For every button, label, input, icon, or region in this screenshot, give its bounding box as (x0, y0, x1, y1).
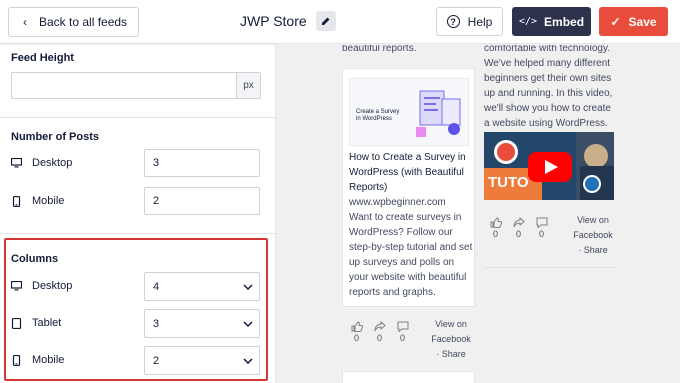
feed-title-area: JWP Store (240, 11, 336, 31)
edit-title-button[interactable] (315, 11, 336, 31)
youtube-play-icon[interactable] (528, 152, 572, 182)
code-icon: </> (518, 16, 538, 27)
columns-mobile-select[interactable]: 2 (144, 346, 260, 375)
feed-preview: beautiful reports. Create a Survey in Wo… (277, 45, 680, 383)
reactions: 0 0 0 (484, 217, 553, 239)
help-button[interactable]: ? Help (436, 7, 503, 36)
post-footer: 0 0 0 View on Facebook · Share (484, 209, 617, 255)
chevron-down-icon (243, 320, 253, 327)
share-count[interactable]: 0 (368, 321, 391, 343)
number-of-posts-label: Number of Posts (11, 131, 100, 143)
post-text-tail: beautiful reports. (342, 45, 417, 54)
columns-desktop-select[interactable]: 4 (144, 272, 260, 301)
feed-post-card (342, 371, 475, 383)
view-on-facebook-link[interactable]: View on Facebook · Share (568, 213, 618, 258)
view-on-facebook-link[interactable]: View on Facebook · Share (426, 317, 476, 362)
checkmark-icon: ✓ (610, 14, 621, 29)
px-unit: px (236, 73, 260, 98)
embed-button[interactable]: </> Embed (512, 7, 591, 36)
play-icon (545, 160, 558, 174)
divider (0, 233, 275, 234)
video-overlay-text: TUTO (488, 174, 529, 191)
help-label: Help (467, 14, 493, 29)
like-icon (351, 321, 363, 332)
post-description: comfortable with technology. We've helpe… (484, 45, 613, 129)
columns-desktop-label: Desktop (11, 280, 72, 292)
save-label: Save (628, 14, 657, 29)
like-count[interactable]: 0 (484, 217, 507, 239)
comment-count[interactable]: 0 (530, 217, 553, 239)
question-icon: ? (446, 15, 460, 28)
embed-label: Embed (544, 14, 585, 29)
mobile-icon (12, 195, 21, 207)
feed-title: JWP Store (240, 13, 307, 29)
share-icon (513, 217, 525, 228)
chevron-down-icon (243, 283, 253, 290)
mobile-icon (12, 354, 21, 366)
columns-mobile-label: Mobile (11, 354, 64, 366)
post-description: Want to create surveys in WordPress? Fol… (349, 212, 473, 298)
pencil-icon (321, 17, 330, 25)
thumbnail-caption: Create a Survey in WordPress (356, 109, 400, 122)
reactions: 0 0 0 (345, 321, 414, 343)
feed-height-label: Feed Height (11, 52, 74, 64)
settings-sidebar: Feed Height px Number of Posts Desktop 3… (0, 45, 276, 383)
back-label: Back to all feeds (39, 15, 128, 29)
desktop-icon (11, 281, 22, 291)
columns-label: Columns (11, 253, 59, 265)
comment-icon (397, 321, 408, 332)
share-icon (374, 321, 386, 332)
tablet-icon (11, 317, 22, 329)
post-title[interactable]: How to Create a Survey in WordPress (wit… (349, 150, 475, 195)
back-to-feeds-button[interactable]: ‹ Back to all feeds (8, 7, 139, 37)
survey-illustration (416, 90, 461, 137)
post-thumbnail[interactable]: Create a Survey in WordPress (349, 78, 469, 146)
feed-post-card: Create a Survey in WordPress How to Crea… (342, 68, 475, 307)
video-thumbnail[interactable]: TUTO (484, 132, 614, 200)
columns-tablet-label: Tablet (11, 317, 61, 329)
post-footer: 0 0 0 View on Facebook · Share (342, 317, 475, 362)
chevron-left-icon: ‹ (23, 15, 27, 29)
share-link[interactable]: · Share (436, 349, 466, 359)
posts-desktop-label: Desktop (11, 157, 72, 169)
posts-mobile-label: Mobile (11, 195, 64, 207)
posts-mobile-input[interactable]: 2 (144, 187, 260, 215)
posts-desktop-input[interactable]: 3 (144, 149, 260, 177)
comment-icon (536, 217, 547, 228)
divider (0, 117, 275, 118)
like-count[interactable]: 0 (345, 321, 368, 343)
like-icon (490, 217, 502, 228)
share-link[interactable]: · Share (578, 245, 608, 255)
chevron-down-icon (243, 357, 253, 364)
post-domain[interactable]: www.wpbeginner.com (349, 195, 475, 210)
columns-tablet-select[interactable]: 3 (144, 309, 260, 338)
share-count[interactable]: 0 (507, 217, 530, 239)
divider (484, 267, 617, 268)
save-button[interactable]: ✓ Save (599, 7, 668, 36)
desktop-icon (11, 158, 22, 168)
top-bar: ‹ Back to all feeds JWP Store ? Help </>… (0, 0, 680, 44)
comment-count[interactable]: 0 (391, 321, 414, 343)
feed-height-input[interactable]: px (11, 72, 261, 99)
